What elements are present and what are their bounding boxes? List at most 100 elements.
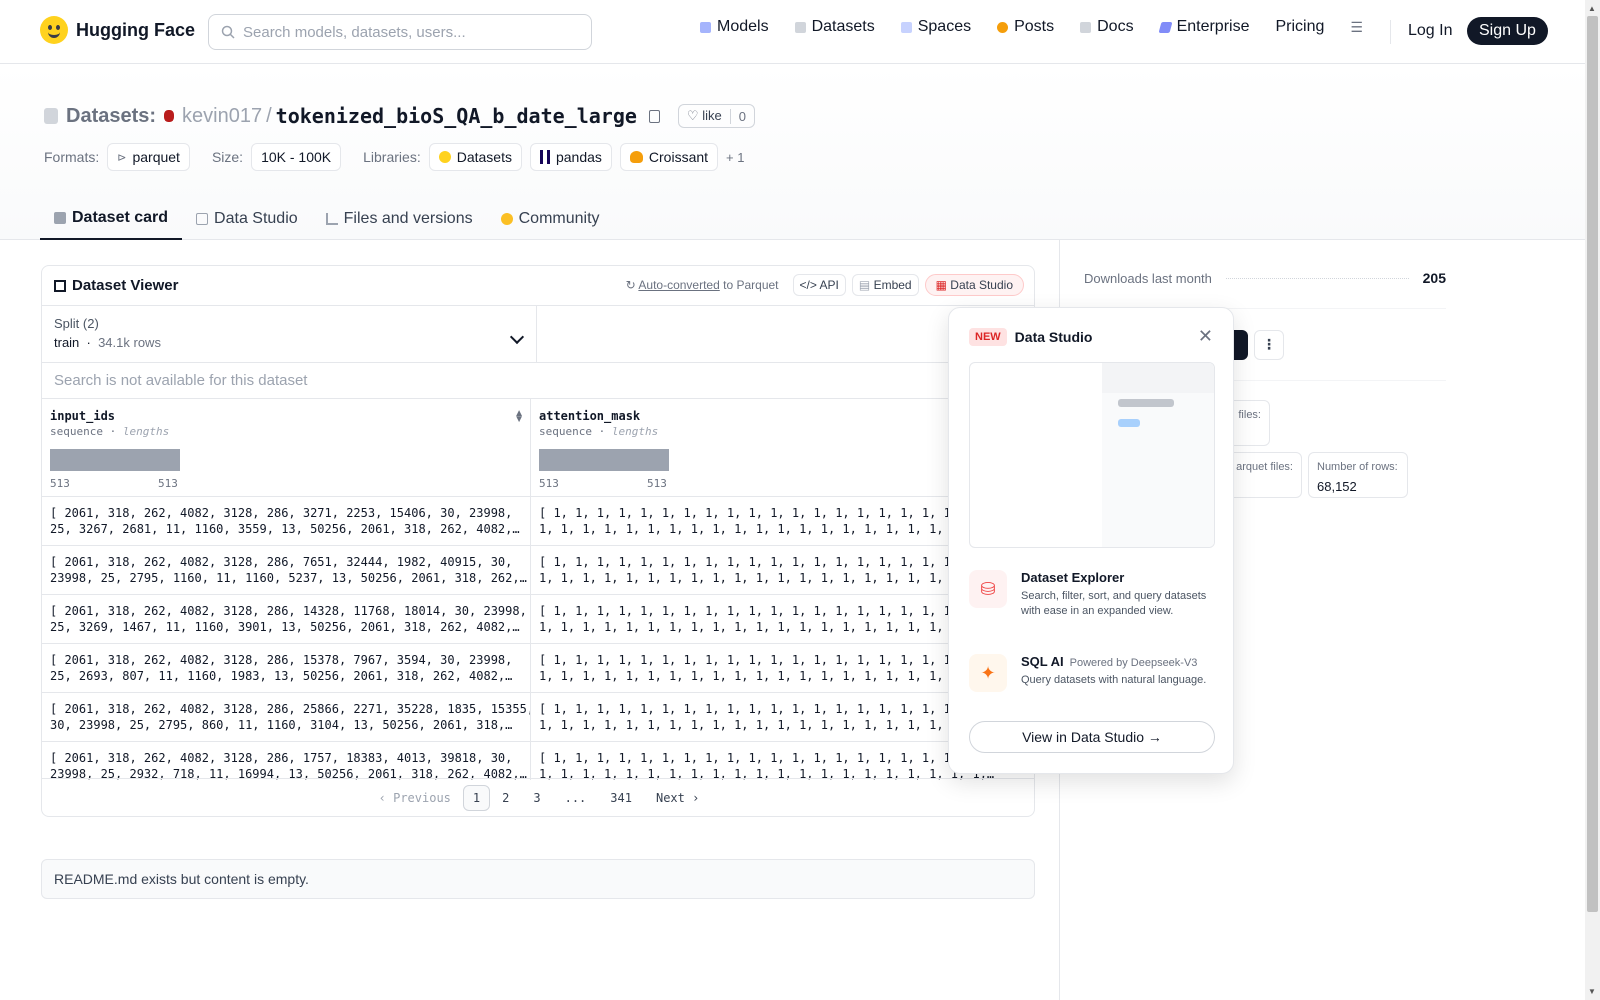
nav-posts[interactable]: Posts bbox=[997, 18, 1054, 36]
nav-enterprise[interactable]: Enterprise bbox=[1158, 18, 1249, 36]
page-3-button[interactable]: 3 bbox=[521, 791, 552, 805]
hf-datasets-icon bbox=[438, 151, 451, 163]
nav-datasets[interactable]: Datasets bbox=[794, 18, 875, 36]
sql-ai-desc: Query datasets with natural language. bbox=[1021, 674, 1207, 686]
pandas-icon bbox=[539, 150, 550, 164]
library-datasets-chip[interactable]: Datasets bbox=[428, 143, 522, 171]
database-icon: ⛁ bbox=[969, 570, 1007, 608]
search-icon bbox=[221, 25, 235, 39]
sql-ai-title: SQL AI bbox=[1021, 654, 1064, 669]
signup-button[interactable]: Sign Up bbox=[1467, 17, 1548, 45]
like-button[interactable]: ♡ like 0 bbox=[677, 104, 755, 128]
nav-docs[interactable]: Docs bbox=[1080, 18, 1134, 36]
user-link[interactable]: kevin017 bbox=[182, 105, 262, 128]
tab-dataset-card[interactable]: Dataset card bbox=[40, 198, 183, 240]
more-menu-icon[interactable]: ☰ bbox=[1350, 19, 1363, 36]
split-selector-row: Split (2) train · 34.1k rows bbox=[42, 306, 1034, 363]
scroll-thumb[interactable] bbox=[1587, 16, 1598, 912]
cell-input-ids[interactable]: [ 2061, 318, 262, 4082, 3128, 286, 1757,… bbox=[42, 742, 531, 780]
table-row[interactable]: [ 2061, 318, 262, 4082, 3128, 286, 3271,… bbox=[42, 497, 1034, 546]
enterprise-icon bbox=[1158, 21, 1173, 33]
data-studio-preview-image bbox=[969, 362, 1215, 548]
table-row[interactable]: [ 2061, 318, 262, 4082, 3128, 286, 7651,… bbox=[42, 546, 1034, 595]
library-croissant-label: Croissant bbox=[648, 149, 709, 165]
format-text: parquet bbox=[132, 149, 180, 165]
page-scrollbar[interactable]: ▲ ▼ bbox=[1585, 0, 1600, 1000]
croissant-icon bbox=[629, 151, 643, 163]
dataset-tabs: Dataset card Data Studio Files and versi… bbox=[40, 198, 614, 240]
files-icon bbox=[325, 213, 338, 225]
close-icon[interactable]: ✕ bbox=[1198, 326, 1213, 347]
page-341-button[interactable]: 341 bbox=[598, 791, 644, 805]
column-name: input_ids bbox=[50, 409, 116, 423]
sort-icon[interactable]: ▲ ▼ bbox=[514, 409, 524, 425]
downloads-value: 205 bbox=[1422, 270, 1446, 286]
view-in-data-studio-button[interactable]: View in Data Studio → bbox=[969, 721, 1215, 753]
length-histogram[interactable] bbox=[539, 449, 669, 471]
embed-button[interactable]: ▤ Embed bbox=[851, 274, 919, 296]
dataset-viewer: Dataset Viewer ↻ Auto-converted to Parqu… bbox=[41, 265, 1035, 817]
next-page-button[interactable]: Next › bbox=[644, 791, 711, 805]
tab-data-studio[interactable]: Data Studio bbox=[182, 198, 312, 240]
column-type-text: sequence bbox=[539, 425, 592, 438]
more-options-icon[interactable]: ⋮ bbox=[1254, 330, 1284, 360]
size-chip[interactable]: 10K - 100K bbox=[251, 143, 342, 171]
datasets-crumb[interactable]: Datasets: bbox=[66, 105, 156, 128]
search-input[interactable]: Search models, datasets, users... bbox=[208, 14, 592, 50]
table-row[interactable]: [ 2061, 318, 262, 4082, 3128, 286, 1757,… bbox=[42, 742, 1034, 780]
nav-pricing[interactable]: Pricing bbox=[1275, 18, 1324, 36]
library-pandas-label: pandas bbox=[555, 149, 602, 165]
dotted-leader bbox=[1225, 277, 1409, 279]
split-value: train · 34.1k rows bbox=[54, 335, 161, 350]
cell-input-ids[interactable]: [ 2061, 318, 262, 4082, 3128, 286, 14328… bbox=[42, 595, 531, 643]
cell-input-ids[interactable]: [ 2061, 318, 262, 4082, 3128, 286, 25866… bbox=[42, 693, 531, 741]
login-link[interactable]: Log In bbox=[1408, 22, 1452, 40]
split-name: train bbox=[54, 335, 80, 350]
copy-icon[interactable] bbox=[648, 109, 660, 123]
parquet-icon: ⊳ bbox=[117, 151, 127, 164]
column-sub-text: lengths bbox=[122, 425, 170, 438]
viewer-title-text: Dataset Viewer bbox=[72, 277, 179, 294]
readme-empty-note: README.md exists but content is empty. bbox=[41, 859, 1035, 899]
library-croissant-chip[interactable]: Croissant bbox=[619, 143, 719, 171]
downloads-label: Downloads last month bbox=[1084, 270, 1212, 286]
nav-spaces[interactable]: Spaces bbox=[900, 18, 972, 36]
nav-docs-label: Docs bbox=[1097, 18, 1134, 35]
cell-input-ids[interactable]: [ 2061, 318, 262, 4082, 3128, 286, 3271,… bbox=[42, 497, 531, 545]
page-2-button[interactable]: 2 bbox=[490, 791, 521, 805]
data-studio-button[interactable]: ▦ Data Studio bbox=[924, 274, 1024, 296]
nav-models[interactable]: Models bbox=[700, 18, 769, 36]
scroll-up-icon[interactable]: ▲ bbox=[1588, 4, 1596, 13]
tab-dataset-card-label: Dataset card bbox=[72, 209, 169, 226]
tab-files-and-versions[interactable]: Files and versions bbox=[312, 198, 487, 240]
previous-page-button[interactable]: ‹ Previous bbox=[367, 791, 463, 805]
split-dropdown[interactable]: Split (2) train · 34.1k rows bbox=[42, 306, 537, 362]
dataset-name[interactable]: tokenized_bioS_QA_b_date_large bbox=[276, 104, 637, 128]
length-histogram[interactable] bbox=[50, 449, 180, 471]
table-icon bbox=[54, 279, 66, 292]
more-libraries[interactable]: + 1 bbox=[726, 150, 744, 165]
brand-logo[interactable]: Hugging Face bbox=[40, 16, 195, 44]
format-chip[interactable]: ⊳ parquet bbox=[107, 143, 190, 171]
table-row[interactable]: [ 2061, 318, 262, 4082, 3128, 286, 25866… bbox=[42, 693, 1034, 742]
library-pandas-chip[interactable]: pandas bbox=[529, 143, 612, 171]
like-text: like bbox=[702, 108, 722, 123]
table-row[interactable]: [ 2061, 318, 262, 4082, 3128, 286, 15378… bbox=[42, 644, 1034, 693]
column-header-input-ids[interactable]: input_ids sequence · lengths 513 513 ▲ ▼ bbox=[42, 399, 531, 497]
scroll-down-icon[interactable]: ▼ bbox=[1588, 987, 1596, 996]
cell-input-ids[interactable]: [ 2061, 318, 262, 4082, 3128, 286, 7651,… bbox=[42, 546, 531, 594]
nav-spaces-label: Spaces bbox=[917, 18, 972, 35]
api-button[interactable]: </> API bbox=[792, 274, 846, 296]
code-icon: </> bbox=[799, 278, 817, 292]
auto-converted-link[interactable]: Auto-converted bbox=[638, 278, 719, 292]
page-1-button[interactable]: 1 bbox=[462, 784, 491, 811]
table-row[interactable]: [ 2061, 318, 262, 4082, 3128, 286, 14328… bbox=[42, 595, 1034, 644]
auto-converted-note: ↻ Auto-converted to Parquet bbox=[626, 278, 779, 292]
popover-title: Data Studio bbox=[1014, 329, 1093, 345]
nav-posts-label: Posts bbox=[1014, 18, 1055, 35]
refresh-icon: ↻ bbox=[625, 278, 636, 292]
tab-community[interactable]: Community bbox=[487, 198, 614, 240]
models-icon bbox=[700, 21, 711, 33]
cell-input-ids[interactable]: [ 2061, 318, 262, 4082, 3128, 286, 15378… bbox=[42, 644, 531, 692]
datasets-icon bbox=[794, 21, 806, 33]
